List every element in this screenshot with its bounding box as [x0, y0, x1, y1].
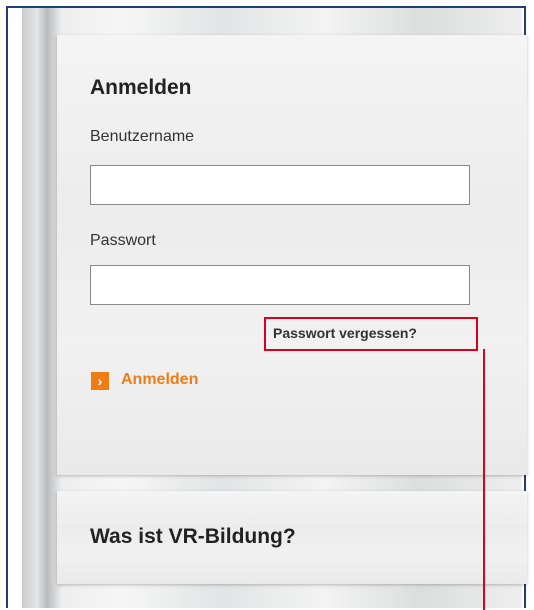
password-label: Passwort [90, 232, 156, 249]
login-submit-label: Anmelden [121, 371, 199, 388]
login-title: Anmelden [90, 76, 192, 99]
username-label: Benutzername [90, 128, 195, 145]
info-title: Was ist VR-Bildung? [90, 525, 296, 548]
username-input[interactable] [90, 165, 470, 205]
info-panel[interactable]: Was ist VR-Bildung? [57, 491, 527, 584]
forgot-password-link[interactable]: Passwort vergessen? [269, 321, 421, 345]
login-submit-button[interactable]: › Anmelden [91, 370, 198, 390]
annotation-pointer-line [483, 349, 485, 610]
chevron-right-icon: › [91, 372, 109, 390]
password-input[interactable] [90, 265, 470, 305]
login-panel: Anmelden Benutzername Passwort Passwort … [57, 35, 527, 475]
